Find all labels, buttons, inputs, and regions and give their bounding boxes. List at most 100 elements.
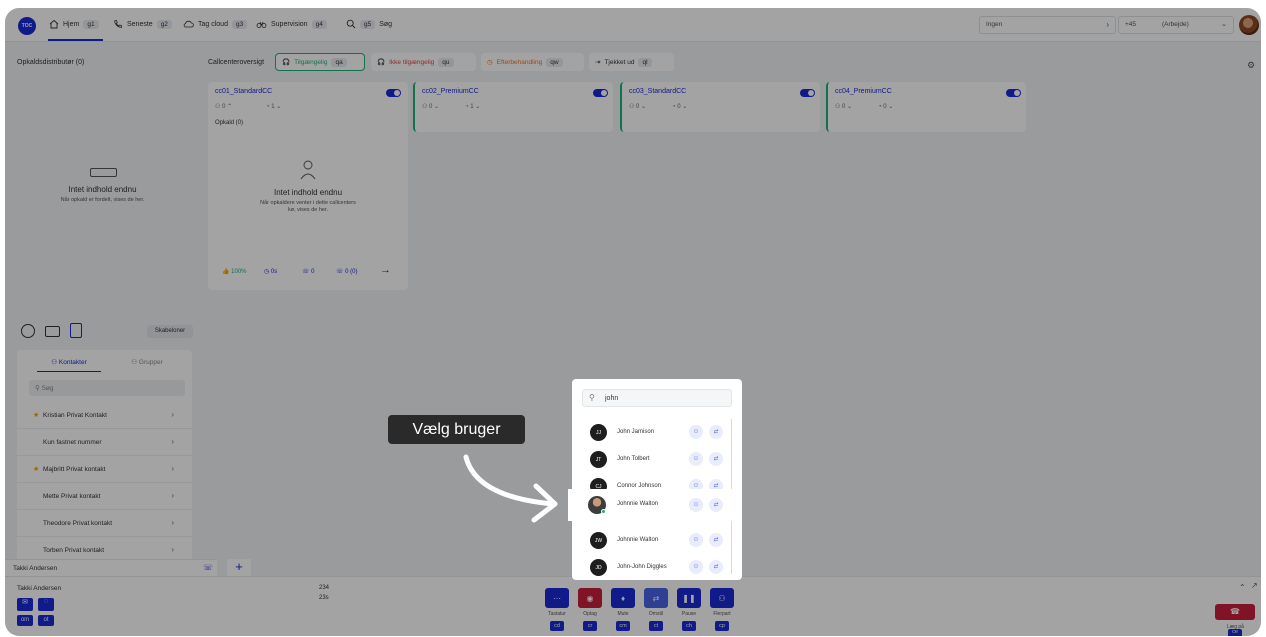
number-prefix: +45 xyxy=(1125,21,1137,28)
transfer-icon[interactable]: ⇄ xyxy=(709,560,723,574)
conference-button[interactable]: ⚇ xyxy=(710,588,734,608)
mute-button[interactable]: ♦ xyxy=(611,588,635,608)
nav-search[interactable]: g5 Søg xyxy=(346,19,392,29)
cc-empty-title: Intet indhold endnu xyxy=(273,188,343,197)
search-icon: ⚲ xyxy=(589,393,595,402)
tab-groups[interactable]: ⚇ Grupper xyxy=(117,358,177,372)
nav-recent[interactable]: Seneste g2 xyxy=(113,19,172,29)
sms-icon[interactable] xyxy=(70,323,82,338)
contact-item[interactable]: ★ Kristian Privat Kontakt › xyxy=(17,402,192,429)
cc-queue-count: ◔ 0 ⌄ xyxy=(878,104,894,110)
user-add-icon[interactable]: ⚇ xyxy=(689,425,703,439)
user-add-icon[interactable]: ⚇ xyxy=(689,560,703,574)
status-select[interactable]: Ingen › xyxy=(979,16,1116,34)
curved-arrow-icon xyxy=(463,454,558,523)
contacts-panel: ⚇ Kontakter ⚇ Grupper ⚲ Søg ★ Kristian Pr… xyxy=(17,350,192,580)
mute-key: cm xyxy=(616,621,630,631)
nav-home[interactable]: Hjem g1 xyxy=(49,19,99,29)
transfer-icon[interactable]: ⇄ xyxy=(709,498,723,512)
user-result-row[interactable]: JW Johnnie Walton ⚇ ⇄ xyxy=(572,527,735,554)
cc-toggle[interactable] xyxy=(386,89,401,97)
transfer-button[interactable]: ⇄ xyxy=(644,588,668,608)
settings-icon[interactable]: ⚙ xyxy=(1247,60,1255,71)
record-button[interactable]: ◉ xyxy=(578,588,602,608)
cc-stat-wait: ◷ 0s xyxy=(264,269,278,275)
cc-card-cc01[interactable]: cc01_StandardCC ⚇ 0 ⌃ ◔ 1 ⌄ Opkald (0) I… xyxy=(208,82,408,290)
transfer-icon[interactable]: ⇄ xyxy=(709,452,723,466)
contacts-search[interactable]: ⚲ Søg xyxy=(29,380,185,396)
chip-available[interactable]: 🎧 Tilgængelig qa xyxy=(275,53,365,71)
pause-button[interactable]: ❚❚ xyxy=(677,588,701,608)
user-result-row[interactable]: JJ John Jamison ⚇ ⇄ xyxy=(572,419,735,446)
chip-wrapup[interactable]: ◷ Efterbehandling qw xyxy=(481,53,584,71)
distributor-empty-sub: Når opkald er fordelt, vises de her. xyxy=(60,197,145,203)
microphone-icon: ♦ xyxy=(620,593,626,603)
popout-icon[interactable]: ↗ xyxy=(1251,581,1258,590)
nav-tag-cloud[interactable]: Tag cloud g3 xyxy=(183,19,248,29)
user-avatar[interactable] xyxy=(1239,15,1259,35)
mail-button[interactable]: ✉ xyxy=(17,598,33,611)
highlighted-user-row[interactable]: Johnnie Walton ⚇ ⇄ xyxy=(568,489,734,521)
cc-stat-sla: 👍 100% xyxy=(222,269,247,275)
transfer-label: Omstil xyxy=(648,611,664,617)
user-search-input[interactable]: ⚲ john xyxy=(582,389,732,407)
add-call-button[interactable]: + xyxy=(227,559,251,576)
arrow-right-icon[interactable]: → xyxy=(380,264,391,276)
user-icon: ⚇ xyxy=(51,359,59,366)
cc-toggle[interactable] xyxy=(1006,89,1021,97)
nav-home-label: Hjem xyxy=(63,20,80,28)
chip-checked-out[interactable]: ⇥ Tjekket ud ql xyxy=(589,53,674,71)
cc-calls-label: Opkald (0) xyxy=(215,120,244,126)
chip-wrapup-label: Efterbehandling xyxy=(496,58,543,66)
cc-card-cc02[interactable]: cc02_PremiumCC ⚇ 0 ⌄ ◔ 1 ⌄ xyxy=(413,82,613,132)
number-select[interactable]: +45 (Arbejde) ⌄ xyxy=(1118,16,1234,34)
cc-name: cc01_StandardCC xyxy=(215,88,273,95)
cc-empty-sub: Når opkaldere venter i dette callcenters… xyxy=(260,200,356,213)
nav-active-indicator xyxy=(48,39,103,41)
pause-label: Pause xyxy=(681,611,697,617)
mail-icon[interactable] xyxy=(45,326,60,337)
logout-icon: ⇥ xyxy=(595,59,601,66)
cc-toggle[interactable] xyxy=(593,89,608,97)
phone-icon: ☏ xyxy=(203,563,214,572)
keypad-button[interactable]: ⋯ xyxy=(545,588,569,608)
cc-queue-count: ◔ 1 ⌄ xyxy=(266,104,282,110)
transfer-key: ct xyxy=(649,621,663,631)
overview-label: Callcenteroversigt xyxy=(208,59,265,66)
contact-item[interactable]: ★ Majbritt Privat kontakt › xyxy=(17,456,192,483)
person-icon xyxy=(300,160,316,180)
nav-supervision-key: g4 xyxy=(311,19,327,29)
chat-button[interactable]: ◌ xyxy=(38,598,54,611)
nav-supervision[interactable]: Supervision g4 xyxy=(256,19,327,29)
headset-icon: ◔ xyxy=(266,104,270,110)
active-call-tab[interactable]: Takki Andersen ☏ xyxy=(5,559,217,576)
headset-off-icon: 🎧 xyxy=(377,59,386,66)
collapse-icon[interactable]: ⌃ xyxy=(1239,583,1246,592)
user-result-row[interactable]: JT John Tolbert ⚇ ⇄ xyxy=(572,446,735,473)
user-add-icon[interactable]: ⚇ xyxy=(689,533,703,547)
transfer-icon[interactable]: ⇄ xyxy=(709,425,723,439)
templates-button[interactable]: Skabeloner xyxy=(147,325,193,338)
chip-unavailable-key: qu xyxy=(438,57,454,67)
chevron-right-icon: › xyxy=(171,491,174,500)
hangup-button[interactable]: ☎ xyxy=(1215,604,1255,620)
call-number-a: 234 xyxy=(319,585,330,591)
tab-contacts[interactable]: ⚇ Kontakter xyxy=(37,358,101,372)
cc-card-cc03[interactable]: cc03_StandardCC ⚇ 0 ⌄ ◔ 0 ⌄ xyxy=(620,82,820,132)
home-icon xyxy=(49,19,59,29)
chevron-right-icon: › xyxy=(171,545,174,554)
contact-item[interactable]: Mette Privat kontakt › xyxy=(17,483,192,510)
transfer-icon[interactable]: ⇄ xyxy=(709,533,723,547)
cc-toggle[interactable] xyxy=(800,89,815,97)
chat-icon[interactable] xyxy=(21,324,35,338)
user-add-icon[interactable]: ⚇ xyxy=(689,452,703,466)
chip-unavailable[interactable]: 🎧 Ikke tilgængelig qu xyxy=(371,53,476,71)
contact-item[interactable]: Kun fastnet nummer › xyxy=(17,429,192,456)
user-add-icon[interactable]: ⚇ xyxy=(689,498,703,512)
user-result-row[interactable]: JD John-John Diggles ⚇ ⇄ xyxy=(572,554,735,581)
contact-item[interactable]: Theodore Privat kontakt › xyxy=(17,510,192,537)
cc-card-cc04[interactable]: cc04_PremiumCC ⚇ 0 ⌄ ◔ 0 ⌄ xyxy=(826,82,1026,132)
pause-icon: ❚❚ xyxy=(682,593,696,603)
nav-home-key: g1 xyxy=(83,19,99,29)
call-number-b: 23s xyxy=(319,595,329,601)
